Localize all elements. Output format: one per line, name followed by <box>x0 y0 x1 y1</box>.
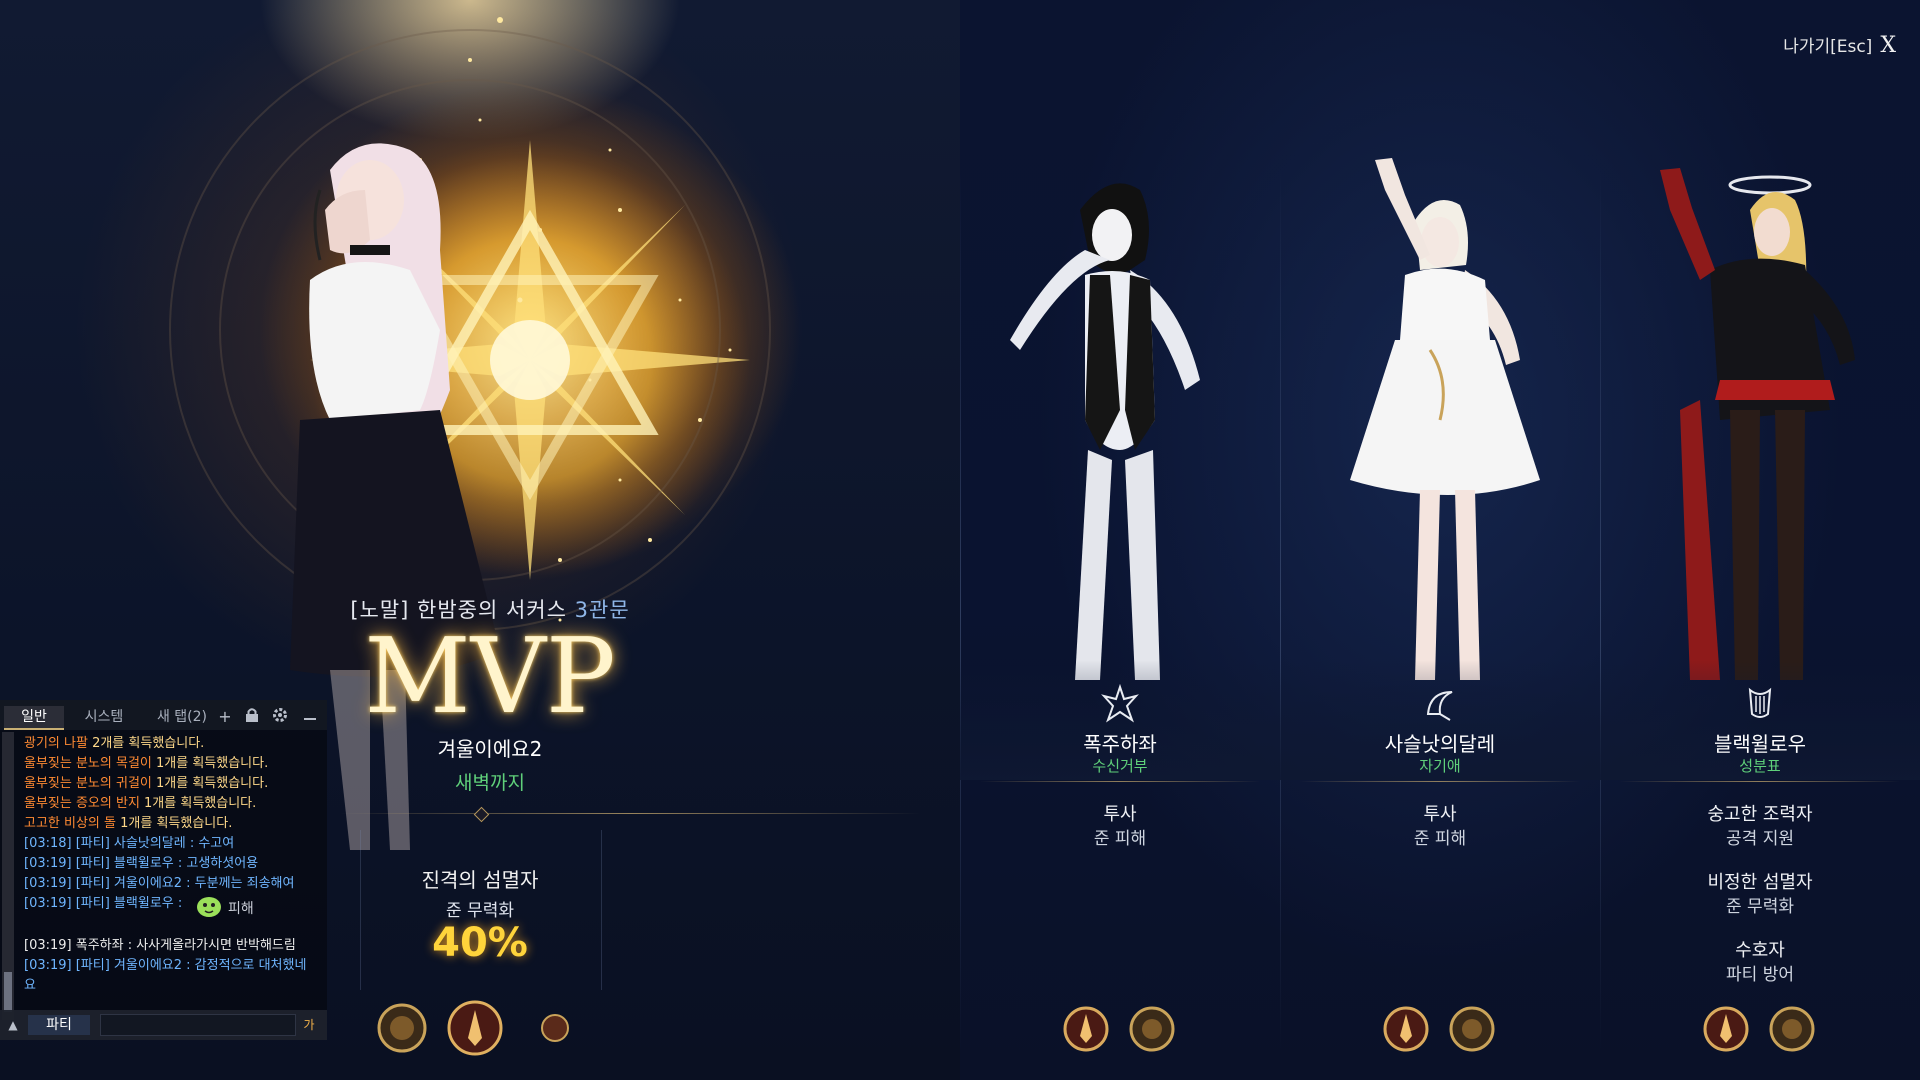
chat-party-message: [03:19] [파티] 블랙윌로우 : 고생하셧어용 <box>24 856 259 871</box>
mvp-divider <box>340 813 920 814</box>
award-badge-icon[interactable] <box>447 1000 503 1056</box>
stat-subtitle: 준 피해 <box>1413 829 1467 849</box>
award-badge-icon[interactable] <box>377 1003 427 1053</box>
loot-message-text: 2개를 획득했습니다. <box>87 736 205 751</box>
award-badge-icon[interactable] <box>1769 1006 1815 1052</box>
member-name: 사슬낫의달레 <box>1384 732 1496 756</box>
member-award-badges <box>1063 1006 1175 1052</box>
chat-tab-general[interactable]: 일반 <box>4 706 64 730</box>
add-tab-icon[interactable]: + <box>215 707 235 727</box>
member-name: 블랙윌로우 <box>1714 732 1806 756</box>
party-member-portrait <box>1350 158 1540 680</box>
stat-subtitle: 준 피해 <box>1093 829 1147 849</box>
chat-loot-message: 고고한 비상의 돌 1개를 획득했습니다. <box>24 814 324 834</box>
chat-party-message: 요 <box>24 978 36 993</box>
mvp-award-badges <box>377 1000 569 1056</box>
exit-button[interactable]: 나가기[Esc] X <box>1766 32 1896 60</box>
chat-channel-selector[interactable]: 파티 <box>28 1015 90 1035</box>
minimize-icon[interactable] <box>300 707 320 727</box>
party-member-portrait <box>1010 183 1200 680</box>
mvp-stat-subtitle: 준 무력화 <box>446 901 514 921</box>
chat-loot-message: 울부짖는 분노의 귀걸이 1개를 획득했습니다. <box>24 774 324 794</box>
mvp-result-screen: [노말] 한밤중의 서커스 3관문 MVP 겨울이에요2 새벽까지 진격의 섬멸… <box>0 0 1920 1080</box>
mvp-stat-value: 40% <box>432 920 528 966</box>
party-member-card: 사슬낫의달레 자기애 투사 준 피해 <box>1280 0 1600 1080</box>
mvp-stat-title: 진격의 섬멸자 <box>421 868 539 892</box>
stat-subtitle: 준 무력화 <box>1726 897 1794 917</box>
stat-title: 투사 <box>1423 804 1457 825</box>
loot-item-name: 울부짖는 분노의 목걸이 <box>24 756 152 771</box>
chat-scroll-thumb[interactable] <box>4 972 12 1012</box>
member-guild: 자기애 <box>1419 757 1461 775</box>
member-name: 폭주하좌 <box>1083 732 1157 756</box>
loot-message-text: 1개를 획득했습니다. <box>139 796 257 811</box>
member-divider <box>1300 781 1580 782</box>
ime-mode-indicator[interactable]: 가 <box>300 1016 318 1034</box>
party-results-area: 폭주하좌 수신거부 투사 준 피해 사슬낫의달레 자기애 투사 준 피해 블랙윌… <box>960 0 1920 1080</box>
stat-title: 투사 <box>1103 804 1137 825</box>
mvp-player-name: 겨울이에요2 <box>437 737 543 761</box>
party-member-card: 폭주하좌 수신거부 투사 준 피해 <box>960 0 1280 1080</box>
chat-loot-message: 울부짖는 분노의 목걸이 1개를 획득했습니다. <box>24 754 324 774</box>
mvp-player-guild: 새벽까지 <box>455 772 525 794</box>
gear-icon[interactable] <box>270 707 290 727</box>
member-divider <box>1620 781 1900 782</box>
chat-input[interactable] <box>100 1014 296 1036</box>
chat-party-message: [03:19] [파티] 블랙윌로우 : <box>24 896 183 911</box>
lock-icon[interactable] <box>242 707 262 727</box>
loot-item-name: 고고한 비상의 돌 <box>24 816 116 831</box>
stat-title: 숭고한 조력자 <box>1707 804 1813 825</box>
stat-title: 수호자 <box>1735 940 1785 961</box>
chat-party-message: [03:18] [파티] 사슬낫의달레 : 수고여 <box>24 836 235 851</box>
member-guild: 성분표 <box>1739 757 1781 775</box>
chat-loot-message: 울부짖는 증오의 반지 1개를 획득했습니다. <box>24 794 324 814</box>
chat-tab-bar: 일반 시스템 새 탭(2) + <box>0 700 327 730</box>
party-member-portrait <box>1660 168 1855 680</box>
chat-loot-message: 광기의 나팔 2개를 획득했습니다. <box>24 734 324 754</box>
loot-message-text: 1개를 획득했습니다. <box>151 756 269 771</box>
chat-party-message: [03:19] [파티] 겨울이에요2 : 감정적으로 대처했네 <box>24 958 307 973</box>
stat-subtitle: 파티 방어 <box>1726 965 1794 985</box>
chat-message-list: 광기의 나팔 2개를 획득했습니다. 울부짖는 분노의 목걸이 1개를 획득했습… <box>24 734 324 996</box>
loot-message-text: 1개를 획득했습니다. <box>151 776 269 791</box>
stat-title: 비정한 섬멸자 <box>1707 872 1813 893</box>
stat-subtitle: 공격 지원 <box>1726 829 1794 849</box>
chat-scrollbar[interactable] <box>2 732 14 1020</box>
member-guild: 수신거부 <box>1092 757 1148 775</box>
bard-class-icon <box>1748 687 1772 718</box>
award-badge-icon[interactable] <box>1703 1006 1749 1052</box>
award-badge-icon[interactable] <box>1063 1006 1109 1052</box>
member-divider <box>980 781 1260 782</box>
damage-overlay-text: 피해 <box>228 901 254 917</box>
award-badge-icon[interactable] <box>1129 1006 1175 1052</box>
chat-whisper-message: [03:19] 폭주하좌 : 사사게올라가시면 반박해드림 <box>24 938 296 953</box>
member-award-badges <box>1703 1006 1815 1052</box>
reaper-class-icon <box>1426 691 1453 721</box>
mvp-title: MVP <box>364 615 616 737</box>
award-badge-icon[interactable] <box>541 1014 569 1042</box>
chat-input-row: ▲ 파티 가 <box>0 1010 327 1040</box>
chat-spacer <box>24 914 324 936</box>
member-award-badges <box>1383 1006 1495 1052</box>
chat-window: 일반 시스템 새 탭(2) + 광기의 나팔 2개를 획득했습니다. 울부짖는 … <box>0 700 327 1040</box>
award-badge-icon[interactable] <box>1383 1006 1429 1052</box>
loot-item-name: 울부짖는 분노의 귀걸이 <box>24 776 152 791</box>
chat-tab-system[interactable]: 시스템 <box>74 706 134 728</box>
berserker-class-icon <box>1101 684 1139 723</box>
close-icon: X <box>1880 33 1896 58</box>
loot-message-text: 1개를 획득했습니다. <box>116 816 233 831</box>
chat-tab-new[interactable]: 새 탭(2) <box>144 706 220 728</box>
chat-party-message: [03:19] [파티] 겨울이에요2 : 두분께는 죄송해여 <box>24 876 295 891</box>
award-badge-icon[interactable] <box>1449 1006 1495 1052</box>
chevron-up-icon[interactable]: ▲ <box>4 1016 22 1034</box>
loot-item-name: 울부짖는 증오의 반지 <box>24 796 140 811</box>
party-member-card: 블랙윌로우 성분표 숭고한 조력자 공격 지원 비정한 섬멸자 준 무력화 수호… <box>1600 0 1920 1080</box>
exit-label: 나가기[Esc] <box>1783 37 1873 57</box>
loot-item-name: 광기의 나팔 <box>24 736 88 751</box>
pet-icon <box>197 897 221 917</box>
